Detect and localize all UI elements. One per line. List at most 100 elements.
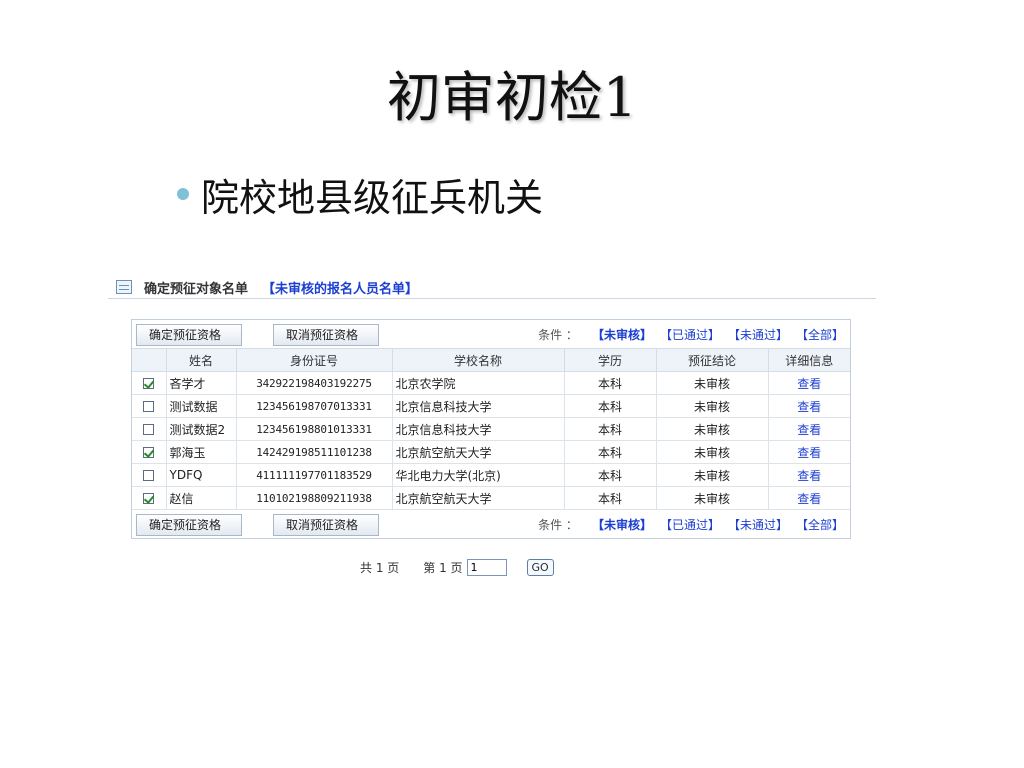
view-details-link[interactable]: 查看	[797, 446, 821, 460]
bottom-toolbar: 确定预征资格 取消预征资格 条件 ： 【未审核】 【已通过】 【未通过】 【全部…	[132, 509, 850, 538]
cell-education: 本科	[564, 371, 657, 395]
row-checkbox	[132, 463, 167, 487]
filter-pending[interactable]: 【未审核】	[592, 326, 652, 343]
bullet-text: 院校地县级征兵机关	[201, 175, 544, 220]
table-row[interactable]: 赵信 110102198809211938 北京航空航天大学 本科 未审核 查看	[132, 486, 850, 509]
cell-name: 赵信	[166, 486, 237, 509]
candidate-table: 姓名 身份证号 学校名称 学历 预征结论 详细信息 吝学才 34292219840…	[132, 348, 850, 509]
page-number-input[interactable]	[466, 558, 507, 576]
filter-bar: 条件 ： 【未审核】 【已通过】 【未通过】 【全部】	[538, 320, 844, 348]
cell-conclusion: 未审核	[656, 394, 769, 418]
cell-details: 查看	[768, 440, 850, 464]
cancel-qualification-button-bottom[interactable]: 取消预征资格	[273, 514, 379, 536]
cell-details: 查看	[768, 417, 850, 441]
col-header-name: 姓名	[166, 348, 237, 372]
table-body: 吝学才 342922198403192275 北京农学院 本科 未审核 查看 测试数据 123…	[132, 371, 850, 509]
select-checkbox[interactable]	[143, 470, 155, 481]
panel-subtitle: 【未审核的报名人员名单】	[262, 281, 419, 297]
cell-conclusion: 未审核	[656, 463, 769, 487]
confirm-qualification-button[interactable]: 确定预征资格	[136, 324, 242, 346]
cell-school: 北京航空航天大学	[392, 486, 565, 509]
top-toolbar: 确定预征资格 取消预征资格 条件 ： 【未审核】 【已通过】 【未通过】 【全部…	[132, 320, 850, 348]
bullet-item: 院校地县级征兵机关	[177, 166, 543, 222]
cell-education: 本科	[564, 440, 657, 464]
cell-school: 北京农学院	[392, 371, 565, 395]
filter-passed[interactable]: 【已通过】	[660, 516, 720, 533]
col-header-id: 身份证号	[236, 348, 393, 372]
table-header-row: 姓名 身份证号 学校名称 学历 预征结论 详细信息	[132, 348, 850, 372]
row-checkbox	[132, 417, 167, 441]
select-checkbox[interactable]	[143, 493, 155, 504]
select-checkbox[interactable]	[143, 424, 155, 435]
confirm-qualification-button-bottom[interactable]: 确定预征资格	[136, 514, 242, 536]
cell-id: 123456198707013331	[236, 394, 393, 418]
select-checkbox[interactable]	[143, 378, 155, 389]
cell-id: 142429198511101238	[236, 440, 393, 464]
cell-conclusion: 未审核	[656, 440, 769, 464]
filter-failed[interactable]: 【未通过】	[728, 516, 788, 533]
filter-pending[interactable]: 【未审核】	[592, 516, 652, 533]
slide-title: 初审初检1	[386, 66, 638, 129]
select-checkbox[interactable]	[143, 447, 155, 458]
cell-details: 查看	[768, 394, 850, 418]
panel-header: 确定预征对象名单 【未审核的报名人员名单】	[108, 276, 876, 299]
cell-name: 测试数据	[166, 394, 237, 418]
cell-id: 123456198801013331	[236, 417, 393, 441]
current-page: 第 1 页	[423, 560, 463, 575]
cell-school: 华北电力大学(北京)	[392, 463, 565, 487]
cell-education: 本科	[564, 394, 657, 418]
col-header-education: 学历	[564, 348, 657, 372]
col-header-details: 详细信息	[768, 348, 850, 372]
filter-label: 条件 ：	[538, 517, 578, 532]
row-checkbox	[132, 486, 167, 509]
cell-conclusion: 未审核	[656, 417, 769, 441]
cell-school: 北京信息科技大学	[392, 417, 565, 441]
bullet-dot-icon	[177, 188, 189, 200]
view-details-link[interactable]: 查看	[797, 469, 821, 483]
filter-bar-bottom: 条件 ： 【未审核】 【已通过】 【未通过】 【全部】	[538, 510, 844, 538]
list-icon	[116, 280, 132, 294]
filter-all[interactable]: 【全部】	[796, 516, 844, 533]
cell-name: 吝学才	[166, 371, 237, 395]
row-checkbox	[132, 371, 167, 395]
cell-details: 查看	[768, 486, 850, 509]
cell-id: 110102198809211938	[236, 486, 393, 509]
cell-id: 342922198403192275	[236, 371, 393, 395]
panel-title: 确定预征对象名单	[144, 281, 249, 297]
filter-passed[interactable]: 【已通过】	[660, 326, 720, 343]
filter-all[interactable]: 【全部】	[796, 326, 844, 343]
cell-education: 本科	[564, 463, 657, 487]
go-button[interactable]: GO	[526, 558, 554, 576]
cell-name: YDFQ	[166, 463, 237, 487]
table-row[interactable]: 测试数据 123456198707013331 北京信息科技大学 本科 未审核 查看	[132, 394, 850, 418]
candidate-grid: 确定预征资格 取消预征资格 条件 ： 【未审核】 【已通过】 【未通过】 【全部…	[131, 319, 851, 539]
table-row[interactable]: 吝学才 342922198403192275 北京农学院 本科 未审核 查看	[132, 371, 850, 395]
view-details-link[interactable]: 查看	[797, 492, 821, 506]
cell-school: 北京信息科技大学	[392, 394, 565, 418]
pagination: 共 1 页 第 1 页 GO	[360, 556, 554, 578]
select-checkbox[interactable]	[143, 401, 155, 412]
cell-id: 411111197701183529	[236, 463, 393, 487]
cancel-qualification-button[interactable]: 取消预征资格	[273, 324, 379, 346]
table-row[interactable]: YDFQ 411111197701183529 华北电力大学(北京) 本科 未审核 查看	[132, 463, 850, 487]
view-details-link[interactable]: 查看	[797, 400, 821, 414]
view-details-link[interactable]: 查看	[797, 423, 821, 437]
col-header-select	[132, 348, 167, 372]
cell-education: 本科	[564, 417, 657, 441]
total-pages: 共 1 页	[360, 560, 400, 575]
filter-label: 条件 ：	[538, 327, 578, 342]
table-row[interactable]: 测试数据2 123456198801013331 北京信息科技大学 本科 未审核 查看	[132, 417, 850, 441]
col-header-school: 学校名称	[392, 348, 565, 372]
view-details-link[interactable]: 查看	[797, 377, 821, 391]
cell-details: 查看	[768, 371, 850, 395]
filter-failed[interactable]: 【未通过】	[728, 326, 788, 343]
cell-conclusion: 未审核	[656, 486, 769, 509]
cell-details: 查看	[768, 463, 850, 487]
table-row[interactable]: 郭海玉 142429198511101238 北京航空航天大学 本科 未审核 查看	[132, 440, 850, 464]
row-checkbox	[132, 394, 167, 418]
cell-name: 郭海玉	[166, 440, 237, 464]
col-header-conclusion: 预征结论	[656, 348, 769, 372]
row-checkbox	[132, 440, 167, 464]
cell-education: 本科	[564, 486, 657, 509]
cell-school: 北京航空航天大学	[392, 440, 565, 464]
